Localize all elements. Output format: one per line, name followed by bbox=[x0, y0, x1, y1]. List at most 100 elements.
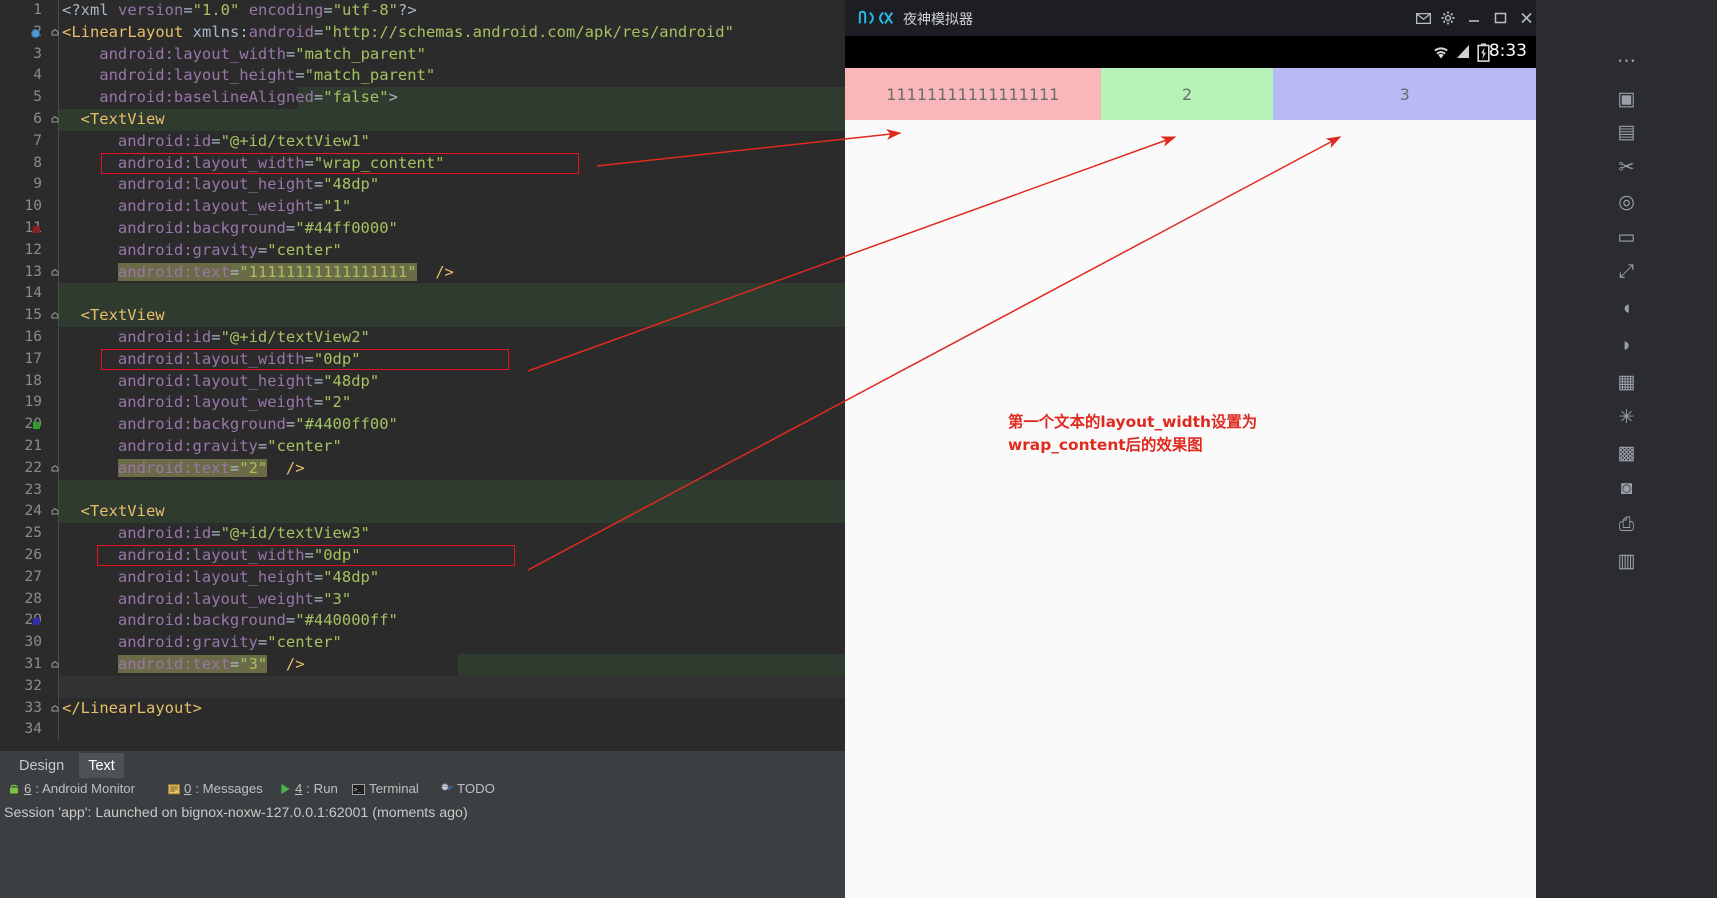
code-line[interactable]: 20android:background="#4400ff00" bbox=[0, 414, 845, 436]
apk-install-icon[interactable]: ▦ bbox=[1536, 363, 1717, 401]
code-line[interactable]: 30 android:gravity="center" bbox=[0, 632, 845, 654]
keyboard-icon[interactable]: ▭ bbox=[1536, 218, 1717, 256]
code-line[interactable]: 18 android:layout_height="48dp" bbox=[0, 370, 845, 393]
code-line[interactable]: 31 android:text="3" /> bbox=[0, 653, 845, 676]
code-fold-icon[interactable] bbox=[51, 660, 59, 669]
textview-3[interactable]: 3 bbox=[1273, 68, 1536, 120]
code-token: = bbox=[313, 175, 324, 194]
maximize-icon[interactable] bbox=[1489, 8, 1511, 28]
code-line[interactable]: 25 android:id="@+id/textView3" bbox=[0, 523, 845, 545]
tool-window-label: TODO bbox=[457, 781, 495, 796]
close-icon[interactable] bbox=[1515, 8, 1537, 28]
code-line[interactable]: 26 android:layout_width="0dp" bbox=[0, 544, 845, 567]
code-line[interactable]: 16 android:id="@+id/textView2" bbox=[0, 326, 845, 349]
volume-down-icon[interactable]: ◗ bbox=[1536, 327, 1717, 365]
indent-guide bbox=[58, 0, 59, 22]
textview-2[interactable]: 2 bbox=[1100, 68, 1274, 120]
share-icon[interactable]: ⎙ bbox=[1536, 506, 1717, 544]
code-line[interactable]: 19 android:layout_weight="2" bbox=[0, 392, 845, 415]
indent-guide bbox=[58, 523, 59, 545]
code-token: android:text bbox=[117, 654, 230, 673]
tool-window-terminal[interactable]: >_ Terminal bbox=[352, 778, 419, 800]
code-line[interactable]: 2<LinearLayout xmlns:android="http://sch… bbox=[0, 21, 845, 44]
code-line[interactable]: 22 android:text="2" /> bbox=[0, 457, 845, 480]
code-line[interactable]: 29android:background="#440000ff" bbox=[0, 610, 845, 633]
code-line[interactable]: 34 bbox=[0, 719, 845, 742]
line-highlight-band bbox=[58, 283, 845, 306]
code-line[interactable]: 32 bbox=[0, 675, 845, 698]
tool-window-messages[interactable]: 0: Messages bbox=[168, 778, 263, 800]
scissors-icon[interactable]: ✂ bbox=[1536, 148, 1717, 186]
code-fold-icon[interactable] bbox=[51, 704, 59, 713]
tool-window-androidmonitor[interactable]: 6: Android Monitor bbox=[8, 778, 135, 800]
xml-code-editor[interactable]: 1<?xml version="1.0" encoding="utf-8"?>2… bbox=[0, 0, 845, 750]
terminal-icon: >_ bbox=[352, 783, 365, 795]
code-line[interactable]: 21 android:gravity="center" bbox=[0, 435, 845, 458]
indent-guide bbox=[58, 217, 59, 240]
code-token: "@+id/textView1" bbox=[220, 131, 370, 150]
more-dots-icon[interactable]: ⋯ bbox=[1536, 42, 1717, 80]
code-line[interactable]: 3 android:layout_width="match_parent" bbox=[0, 43, 845, 66]
code-line[interactable]: 27 android:layout_height="48dp" bbox=[0, 566, 845, 589]
record-icon[interactable]: ◙ bbox=[1536, 470, 1717, 508]
mail-icon[interactable] bbox=[1412, 8, 1434, 28]
code-line[interactable]: 1 <?xml version="1.0" encoding="utf-8"?> bbox=[0, 0, 845, 22]
code-fold-icon[interactable] bbox=[51, 312, 59, 320]
code-line[interactable]: 4 android:layout_height="match_parent" bbox=[0, 65, 845, 88]
code-line[interactable]: 23 bbox=[0, 479, 845, 502]
code-line[interactable]: 6 <TextView bbox=[0, 108, 845, 131]
emulator-title-bar[interactable]: 夜神模拟器 bbox=[845, 0, 1536, 36]
minimize-icon[interactable] bbox=[1463, 8, 1485, 28]
code-line[interactable]: 15 <TextView bbox=[0, 305, 845, 327]
emulator-window: 夜神模拟器 8:33 11111111111111111 2 3 第一个文本的lay… bbox=[845, 0, 1536, 898]
screenshot-icon-glyph: ▣ bbox=[1617, 88, 1636, 110]
code-text: android:layout_width="match_parent" bbox=[99, 44, 426, 66]
code-fold-icon[interactable] bbox=[51, 508, 59, 516]
code-text: </LinearLayout> bbox=[62, 698, 202, 720]
code-line[interactable]: 11android:background="#44ff0000" bbox=[0, 217, 845, 240]
code-fold-icon[interactable] bbox=[51, 28, 59, 37]
indent-guide bbox=[58, 479, 59, 502]
code-token: "48dp" bbox=[323, 175, 380, 194]
code-line[interactable]: 28 android:layout_weight="3" bbox=[0, 588, 845, 611]
code-line[interactable]: 33 </LinearLayout> bbox=[0, 697, 845, 720]
code-text: android:layout_height="48dp" bbox=[118, 371, 379, 393]
folder-icon[interactable]: ▤ bbox=[1536, 113, 1717, 151]
location-icon[interactable]: ◎ bbox=[1536, 183, 1717, 221]
code-line[interactable]: 8 android:layout_width="wrap_content" bbox=[0, 152, 845, 175]
settings-list-icon[interactable]: ▥ bbox=[1536, 542, 1717, 580]
tab-design[interactable]: Design bbox=[10, 753, 73, 779]
shake-icon[interactable]: ✳ bbox=[1536, 398, 1717, 436]
code-token: <TextView bbox=[80, 306, 165, 325]
code-line[interactable]: 5 android:baselineAligned="false"> bbox=[0, 87, 845, 109]
volume-up-icon-glyph: ◖ bbox=[1620, 298, 1633, 319]
code-token: = bbox=[183, 1, 193, 19]
multi-instance-icon[interactable]: ▩ bbox=[1536, 434, 1717, 472]
code-fold-icon[interactable] bbox=[51, 115, 59, 124]
code-line[interactable]: 14 bbox=[0, 283, 845, 306]
code-line[interactable]: 10 android:layout_weight="1" bbox=[0, 196, 845, 218]
code-token: "#4400ff00" bbox=[295, 415, 398, 434]
tool-window-todo[interactable]: TODO bbox=[440, 778, 495, 800]
android-screen[interactable]: 11111111111111111 2 3 第一个文本的layout_width设置… bbox=[845, 68, 1536, 898]
code-text: android:id="@+id/textView2" bbox=[118, 327, 370, 349]
code-line[interactable]: 24 <TextView bbox=[0, 501, 845, 524]
volume-up-icon[interactable]: ◖ bbox=[1536, 290, 1717, 328]
code-line[interactable]: 13 android:text="11111111111111111" /> bbox=[0, 261, 845, 284]
line-number: 32 bbox=[24, 677, 42, 694]
code-token: "false" bbox=[323, 88, 389, 107]
gear-icon[interactable] bbox=[1437, 8, 1459, 28]
code-token: /> bbox=[435, 262, 454, 281]
code-line[interactable]: 9 android:layout_height="48dp" bbox=[0, 174, 845, 197]
line-number: 6 bbox=[33, 110, 42, 127]
tab-text[interactable]: Text bbox=[79, 753, 124, 779]
code-token: android:layout_weight bbox=[117, 393, 314, 412]
code-fold-icon[interactable] bbox=[51, 464, 59, 473]
code-line[interactable]: 17 android:layout_width="0dp" bbox=[0, 348, 845, 371]
fullscreen-icon[interactable]: ⤢ bbox=[1536, 253, 1717, 291]
code-line[interactable]: 7 android:id="@+id/textView1" bbox=[0, 130, 845, 153]
code-fold-icon[interactable] bbox=[51, 268, 59, 277]
tool-window-run[interactable]: 4: Run bbox=[280, 778, 338, 800]
textview-1[interactable]: 11111111111111111 bbox=[845, 68, 1101, 120]
code-line[interactable]: 12 android:gravity="center" bbox=[0, 239, 845, 262]
